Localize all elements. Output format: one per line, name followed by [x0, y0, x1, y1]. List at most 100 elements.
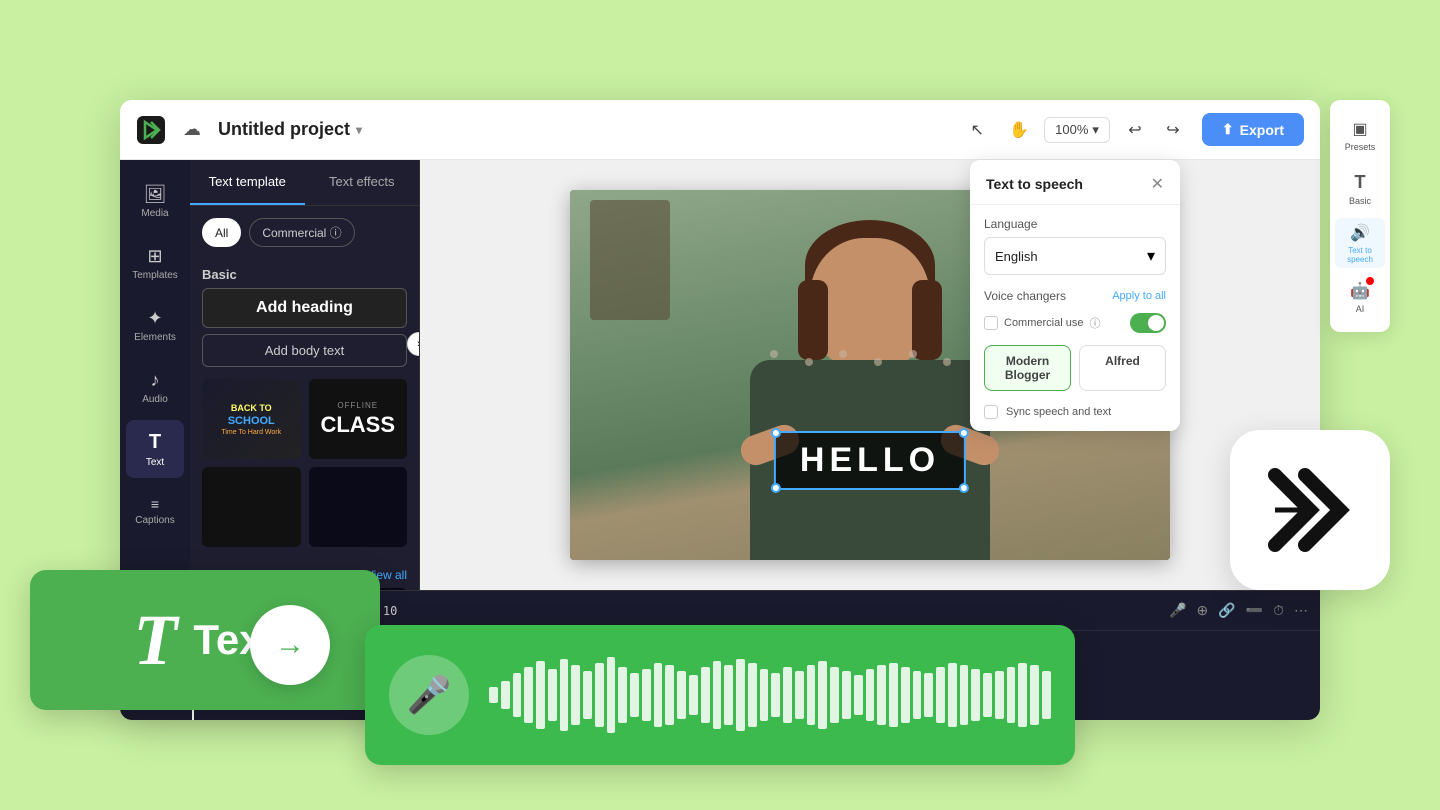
wave-bar — [842, 671, 851, 719]
zoom-control[interactable]: 100% ▾ — [1044, 117, 1110, 143]
hand-tool-btn[interactable]: ✋ — [1002, 113, 1036, 147]
wave-bar — [1030, 665, 1039, 725]
wave-bar — [924, 673, 933, 717]
tab-text-effects[interactable]: Text effects — [305, 160, 420, 205]
audio-icon: ♪ — [151, 370, 160, 391]
template-grid: BACK TO SCHOOL Time To Hard Work OFFLINE… — [190, 379, 419, 559]
wave-bar — [877, 665, 886, 725]
sidebar-item-captions[interactable]: ≡ Captions — [126, 482, 184, 540]
timeline-minus-icon[interactable]: ➖ — [1246, 602, 1263, 619]
undo-btn[interactable]: ↩ — [1118, 113, 1152, 147]
timeline-mic-icon[interactable]: 🎤 — [1169, 602, 1186, 619]
tts-language-dropdown[interactable]: English ▾ — [984, 237, 1166, 275]
wave-bar — [677, 671, 686, 719]
export-icon: ⬆ — [1222, 121, 1234, 138]
wave-bar — [701, 667, 710, 723]
tts-commercial-checkbox[interactable] — [984, 316, 998, 330]
cloud-icon[interactable]: ☁ — [178, 116, 206, 144]
text-sidebar-icon: T — [149, 431, 161, 454]
sidebar-item-elements[interactable]: ✦ Elements — [126, 296, 184, 354]
template-card-3[interactable] — [202, 467, 301, 547]
project-title[interactable]: Untitled project ▾ — [218, 119, 362, 140]
voice-options: Modern Blogger Alfred — [984, 345, 1166, 391]
sidebar-item-audio[interactable]: ♪ Audio — [126, 358, 184, 416]
preset-item-tts[interactable]: 🔊 Text to speech — [1335, 218, 1385, 268]
wave-bar — [618, 667, 627, 723]
tts-commercial-toggle[interactable] — [1130, 313, 1166, 333]
voice-alfred[interactable]: Alfred — [1079, 345, 1166, 391]
wave-bar — [665, 665, 674, 725]
hello-text-element[interactable]: HELLO — [774, 431, 966, 490]
wave-bar — [983, 673, 992, 717]
template-back-school[interactable]: BACK TO SCHOOL Time To Hard Work — [202, 379, 301, 459]
handle-tl[interactable] — [771, 428, 781, 438]
zoom-dropdown-arrow: ▾ — [1092, 122, 1099, 138]
filter-all-btn[interactable]: All — [202, 218, 241, 247]
panel-filters: All Commercial ⓘ — [190, 206, 419, 259]
add-body-text-btn[interactable]: Add body text — [202, 334, 407, 367]
capcut-logo-svg — [1260, 460, 1360, 560]
timeline-more-icon[interactable]: ⋯ — [1294, 602, 1308, 619]
voice-modern-blogger[interactable]: Modern Blogger — [984, 345, 1071, 391]
wave-bar — [760, 669, 769, 721]
sync-row: Sync speech and text — [984, 405, 1166, 419]
tts-apply-all-btn[interactable]: Apply to all — [1112, 290, 1166, 302]
preset-item-presets[interactable]: ▣ Presets — [1335, 110, 1385, 160]
mic-icon: 🎤 — [407, 674, 452, 716]
float-arrow-card: → — [250, 605, 330, 685]
wave-bar — [713, 661, 722, 729]
wave-bar — [1042, 671, 1051, 719]
sync-checkbox[interactable] — [984, 405, 998, 419]
basic-preset-icon: T — [1355, 172, 1366, 193]
select-tool-btn[interactable]: ↖ — [960, 113, 994, 147]
timeline-link-icon[interactable]: 🔗 — [1218, 602, 1235, 619]
wave-bar — [501, 681, 510, 709]
timeline-clock-icon[interactable]: ⏱ — [1273, 602, 1284, 619]
ai-icon: 🤖 — [1350, 281, 1370, 301]
tts-close-btn[interactable]: ✕ — [1151, 174, 1164, 194]
media-icon: 🖼 — [144, 184, 167, 205]
wave-bar — [689, 675, 698, 715]
tts-panel: Text to speech ✕ Language English ▾ Voic… — [970, 160, 1180, 431]
wave-bar — [948, 663, 957, 727]
float-capcut-logo — [1230, 430, 1390, 590]
add-heading-btn[interactable]: Add heading — [202, 288, 407, 328]
preset-item-ai[interactable]: 🤖 AI — [1335, 272, 1385, 322]
panel-expand-chevron[interactable]: › — [407, 332, 420, 356]
timeline-split-icon[interactable]: ⊕ — [1196, 602, 1208, 619]
export-button[interactable]: ⬆ Export — [1202, 113, 1304, 146]
sidebar-item-text[interactable]: T Text — [126, 420, 184, 478]
tab-text-template[interactable]: Text template — [190, 160, 305, 205]
wave-bar — [524, 667, 533, 723]
wave-bar — [630, 673, 639, 717]
tts-language-value: English — [995, 249, 1038, 264]
template-offline-class[interactable]: OFFLINE CLASS — [309, 379, 408, 459]
templates-icon: ⊞ — [147, 246, 162, 267]
wave-bar — [830, 667, 839, 723]
sidebar-item-templates[interactable]: ⊞ Templates — [126, 234, 184, 292]
float-text-icon: T — [133, 599, 177, 682]
wave-bar — [960, 665, 969, 725]
preset-item-basic[interactable]: T Basic — [1335, 164, 1385, 214]
canvas-area: HELLO — [420, 160, 1320, 590]
handle-bl[interactable] — [771, 483, 781, 493]
wave-bar — [583, 671, 592, 719]
filter-commercial-btn[interactable]: Commercial ⓘ — [249, 218, 354, 247]
sync-label: Sync speech and text — [1006, 406, 1111, 418]
template-card-4[interactable] — [309, 467, 408, 547]
wave-bar — [854, 675, 863, 715]
panel-tabs: Text template Text effects — [190, 160, 419, 206]
tts-toggle-knob — [1148, 315, 1164, 331]
wave-bar — [571, 665, 580, 725]
wave-bar — [818, 661, 827, 729]
wave-bar — [901, 667, 910, 723]
wave-bar — [783, 667, 792, 723]
redo-btn[interactable]: ↪ — [1156, 113, 1190, 147]
tts-language-label: Language — [984, 217, 1166, 231]
wave-bar — [936, 667, 945, 723]
wave-bar — [866, 669, 875, 721]
wave-bar — [595, 663, 604, 727]
wave-bar — [489, 687, 498, 703]
left-sidebar: 🖼 Media ⊞ Templates ✦ Elements ♪ Audio T… — [120, 160, 190, 590]
sidebar-item-media[interactable]: 🖼 Media — [126, 172, 184, 230]
